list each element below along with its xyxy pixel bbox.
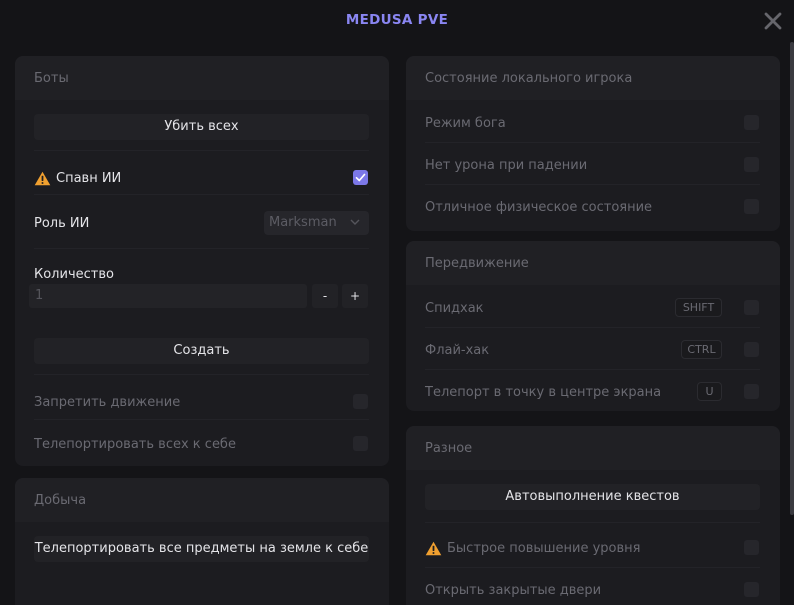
kill-all-button[interactable]: Убить всех: [34, 114, 369, 140]
teleport-all-checkbox[interactable]: [353, 436, 368, 451]
create-button[interactable]: Создать: [34, 338, 369, 364]
teleport-center-checkbox[interactable]: [744, 384, 759, 399]
chevron-down-icon: [350, 219, 360, 225]
fast-level-label: Быстрое повышение уровня: [447, 541, 641, 556]
forbid-movement-label: Запретить движение: [34, 395, 181, 410]
movement-panel: Передвижение Спидхак SHIFT Флай-хак CTRL…: [406, 241, 780, 411]
no-fall-damage-checkbox[interactable]: [744, 157, 759, 172]
open-doors-label: Открыть закрытые двери: [425, 583, 602, 598]
bots-panel-header: [15, 56, 389, 100]
misc-panel-title: Разное: [425, 441, 473, 456]
spawn-ai-label: Спавн ИИ: [56, 171, 122, 186]
perfect-physical-label: Отличное физическое состояние: [425, 200, 653, 215]
forbid-movement-checkbox[interactable]: [353, 394, 368, 409]
divider: [34, 194, 369, 195]
medusa-pve-window: MEDUSA PVE Боты Убить всех Спавн ИИ Роль…: [0, 0, 794, 605]
no-fall-damage-label: Нет урона при падении: [425, 158, 588, 173]
divider: [34, 419, 369, 420]
quantity-increment-button[interactable]: +: [342, 284, 368, 308]
fast-level-checkbox[interactable]: [744, 540, 759, 555]
warning-icon: [425, 541, 442, 556]
divider: [425, 567, 760, 568]
warning-icon: [34, 171, 51, 186]
divider: [34, 374, 369, 375]
spawn-ai-checkbox[interactable]: [353, 170, 368, 185]
ai-role-value: Marksman: [269, 215, 337, 230]
quantity-decrement-button[interactable]: -: [312, 284, 338, 308]
local-player-panel-title: Состояние локального игрока: [425, 71, 633, 86]
ai-role-select[interactable]: Marksman: [264, 211, 369, 235]
local-player-panel: Состояние локального игрока Режим бога Н…: [406, 56, 780, 231]
teleport-center-keybind[interactable]: U: [697, 382, 722, 401]
right-column: Состояние локального игрока Режим бога Н…: [406, 56, 780, 605]
bots-panel-title: Боты: [34, 71, 69, 86]
open-doors-checkbox[interactable]: [744, 582, 759, 597]
checkmark-icon: [355, 173, 366, 182]
ai-role-label: Роль ИИ: [34, 216, 90, 231]
auto-quests-button[interactable]: Автовыполнение квестов: [425, 484, 760, 510]
speedhack-label: Спидхак: [425, 301, 484, 316]
bots-panel: Боты Убить всех Спавн ИИ Роль ИИ Marksma…: [15, 56, 389, 466]
teleport-center-label: Телепорт в точку в центре экрана: [425, 385, 662, 400]
left-column: Боты Убить всех Спавн ИИ Роль ИИ Marksma…: [15, 56, 389, 605]
perfect-physical-checkbox[interactable]: [744, 199, 759, 214]
god-mode-label: Режим бога: [425, 116, 506, 131]
flyhack-checkbox[interactable]: [744, 342, 759, 357]
flyhack-label: Флай-хак: [425, 343, 490, 358]
scrollbar-thumb[interactable]: [790, 42, 794, 515]
speedhack-checkbox[interactable]: [744, 300, 759, 315]
speedhack-keybind[interactable]: SHIFT: [675, 298, 722, 317]
teleport-items-button[interactable]: Телепортировать все предметы на земле к …: [34, 536, 369, 562]
movement-panel-title: Передвижение: [425, 256, 529, 271]
loot-panel: Добыча Телепортировать все предметы на з…: [15, 478, 389, 605]
god-mode-checkbox[interactable]: [744, 115, 759, 130]
divider: [425, 327, 760, 328]
window-title: MEDUSA PVE: [345, 12, 449, 28]
flyhack-keybind[interactable]: CTRL: [681, 340, 722, 359]
close-icon: [764, 12, 782, 30]
quantity-input[interactable]: 1: [29, 284, 307, 308]
divider: [425, 184, 760, 185]
divider: [34, 150, 369, 151]
divider: [425, 369, 760, 370]
close-button[interactable]: [761, 9, 785, 33]
divider: [425, 522, 760, 523]
misc-panel: Разное Автовыполнение квестов Быстрое по…: [406, 426, 780, 605]
loot-panel-title: Добыча: [34, 493, 87, 508]
divider: [425, 142, 760, 143]
divider: [34, 248, 369, 249]
quantity-label: Количество: [34, 267, 114, 282]
teleport-all-label: Телепортировать всех к себе: [34, 437, 236, 452]
